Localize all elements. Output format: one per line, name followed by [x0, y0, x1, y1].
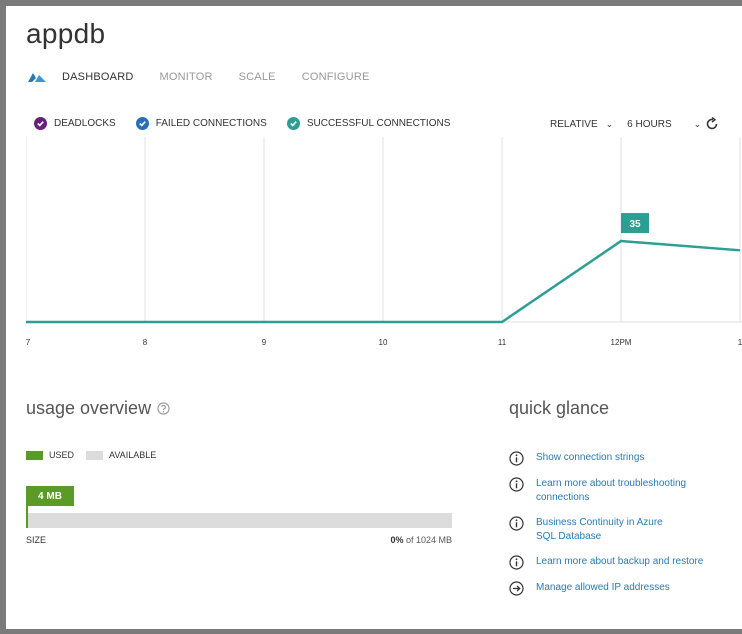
available-swatch: [86, 450, 104, 460]
size-total: of 1024 MB: [405, 535, 452, 545]
info-icon: [509, 516, 524, 531]
range-value-dropdown[interactable]: 6 HOURS ⌄: [627, 119, 701, 130]
checkmark-icon: [286, 117, 300, 130]
help-icon[interactable]: [157, 402, 170, 415]
usage-legend: USED AVAILABLE: [26, 450, 156, 460]
x-tick-label: 8: [143, 338, 148, 347]
link-manage-ip-addresses[interactable]: Manage allowed IP addresses: [509, 581, 742, 596]
data-label: 35: [621, 213, 649, 234]
svg-text:35: 35: [629, 219, 641, 230]
quick-glance-title: quick glance: [509, 398, 610, 418]
size-value: 0% of 1024 MB: [370, 535, 452, 545]
quick-glance-links: Show connection strings Learn more about…: [509, 451, 742, 596]
link-label: Business Continuity in Azure SQL Databas…: [536, 517, 663, 542]
link-label: Show connection strings: [536, 452, 645, 463]
size-usage-fill: [26, 513, 28, 528]
tab-configure[interactable]: CONFIGURE: [302, 71, 370, 83]
x-tick-label: 10: [379, 338, 388, 347]
legend-label: SUCCESSFUL CONNECTIONS: [306, 118, 451, 129]
legend-label: FAILED CONNECTIONS: [155, 118, 267, 129]
link-label: Learn more about backup and restore: [536, 556, 704, 567]
chevron-down-icon: ⌄: [605, 118, 614, 129]
link-label: Learn more about troubleshooting connect…: [536, 478, 687, 503]
range-mode-dropdown[interactable]: RELATIVE ⌄: [550, 119, 613, 130]
arrow-right-icon: [509, 581, 524, 596]
link-troubleshooting-connections[interactable]: Learn more about troubleshooting connect…: [509, 477, 729, 505]
available-label: AVAILABLE: [109, 450, 157, 460]
used-size-badge: 4 MB: [26, 486, 74, 506]
size-label: SIZE: [26, 535, 47, 545]
chevron-down-icon: ⌄: [693, 118, 702, 129]
tab-monitor[interactable]: MONITOR: [159, 71, 212, 83]
legend-label: DEADLOCKS: [54, 118, 116, 129]
x-tick-label: 11: [498, 338, 507, 347]
connections-chart: 35 7 8 9 10 11 12PM 1: [26, 137, 742, 347]
tab-scale[interactable]: SCALE: [239, 71, 276, 83]
size-usage-bar: [26, 513, 452, 528]
usage-overview-title: usage overview: [26, 398, 152, 418]
link-label: Manage allowed IP addresses: [536, 582, 670, 593]
sql-database-logo-icon: [28, 73, 46, 82]
refresh-icon[interactable]: [705, 117, 719, 131]
usage-overview-heading: usage overview: [26, 398, 170, 419]
size-percent: 0%: [390, 535, 404, 545]
tab-dashboard[interactable]: DASHBOARD: [62, 71, 133, 83]
x-tick-label: 12PM: [611, 338, 632, 347]
x-tick-label: 1: [738, 338, 742, 347]
info-icon: [509, 555, 524, 570]
used-swatch: [26, 450, 43, 460]
link-backup-restore[interactable]: Learn more about backup and restore: [509, 555, 742, 570]
tab-bar: DASHBOARD MONITOR SCALE CONFIGURE: [26, 70, 396, 84]
info-icon: [509, 451, 524, 466]
x-tick-label: 7: [26, 338, 31, 347]
legend-failed-connections[interactable]: FAILED CONNECTIONS: [135, 117, 267, 130]
chart-legend: DEADLOCKS FAILED CONNECTIONS SUCCESSFUL …: [34, 117, 470, 130]
link-business-continuity[interactable]: Business Continuity in Azure SQL Databas…: [509, 516, 669, 544]
page-title: appdb: [26, 18, 106, 49]
range-mode-value: RELATIVE: [550, 118, 598, 130]
legend-deadlocks[interactable]: DEADLOCKS: [34, 117, 116, 130]
chart-controls: RELATIVE ⌄ 6 HOURS ⌄: [550, 117, 719, 131]
checkmark-icon: [135, 117, 149, 130]
link-show-connection-strings[interactable]: Show connection strings: [509, 451, 742, 466]
range-value: 6 HOURS: [627, 118, 672, 130]
x-tick-label: 9: [262, 338, 267, 347]
checkmark-icon: [34, 117, 47, 130]
used-label: USED: [49, 450, 75, 460]
legend-successful-connections[interactable]: SUCCESSFUL CONNECTIONS: [286, 117, 451, 130]
info-icon: [509, 477, 524, 492]
